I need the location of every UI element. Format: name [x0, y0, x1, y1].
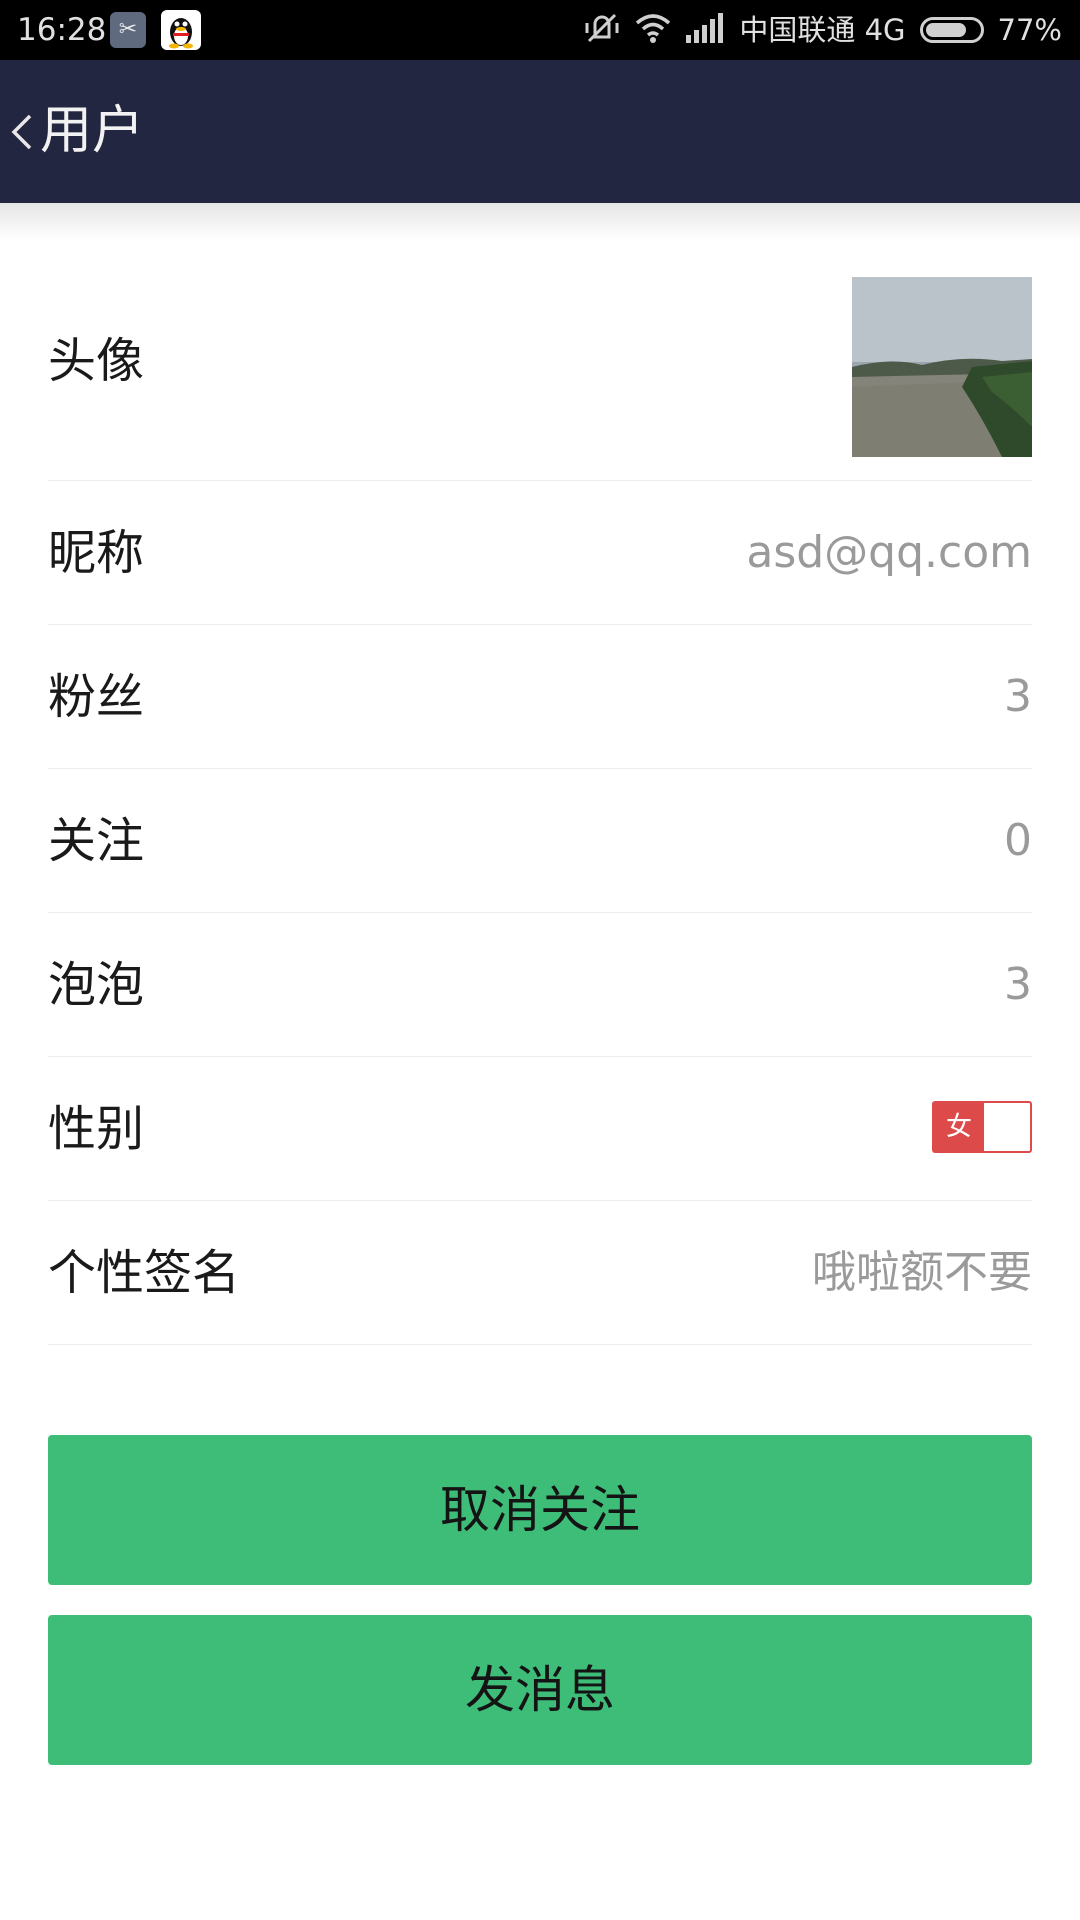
fans-row[interactable]: 粉丝 3: [48, 625, 1032, 769]
signal-icon: [685, 13, 725, 47]
avatar-label: 头像: [48, 333, 145, 389]
gender-label: 性别: [48, 1101, 145, 1157]
following-row[interactable]: 关注 0: [48, 769, 1032, 913]
nickname-label: 昵称: [48, 525, 145, 581]
qq-penguin-icon: [161, 10, 201, 50]
battery-percent: 77%: [997, 13, 1062, 47]
gender-value: 女: [934, 1103, 984, 1151]
gender-toggle[interactable]: 女: [932, 1101, 1032, 1153]
fans-label: 粉丝: [48, 669, 145, 725]
wifi-icon: [635, 12, 671, 48]
app-header: 用户: [0, 60, 1080, 203]
signature-value: 哦啦额不要: [812, 1247, 1032, 1298]
fans-value: 3: [1004, 671, 1032, 722]
status-time: 16:28: [17, 12, 107, 48]
vibrate-mute-icon: [583, 11, 621, 49]
chevron-left-icon[interactable]: [8, 108, 36, 156]
scissors-app-icon: ✂: [110, 12, 146, 48]
following-value: 0: [1004, 815, 1032, 866]
carrier-text: 中国联通 4G: [739, 13, 906, 47]
status-right-group: 中国联通 4G 77%: [583, 10, 1062, 50]
battery-icon: [919, 17, 984, 43]
following-label: 关注: [48, 813, 145, 869]
avatar[interactable]: [852, 277, 1032, 457]
bubbles-label: 泡泡: [48, 957, 145, 1013]
header-shadow: [0, 203, 1080, 241]
avatar-row[interactable]: 头像: [48, 241, 1032, 481]
unfollow-button[interactable]: 取消关注: [48, 1435, 1032, 1585]
page-title: 用户: [40, 101, 145, 161]
nickname-row[interactable]: 昵称 asd@qq.com: [48, 481, 1032, 625]
status-bar: 16:28 ✂ 中国联通 4G 77%: [0, 0, 1080, 60]
gender-row: 性别 女: [48, 1057, 1032, 1201]
signature-label: 个性签名: [48, 1245, 241, 1301]
signature-row[interactable]: 个性签名 哦啦额不要: [48, 1201, 1032, 1345]
bubbles-value: 3: [1004, 959, 1032, 1010]
nickname-value: asd@qq.com: [746, 527, 1032, 578]
bubbles-row[interactable]: 泡泡 3: [48, 913, 1032, 1057]
send-message-button[interactable]: 发消息: [48, 1615, 1032, 1765]
